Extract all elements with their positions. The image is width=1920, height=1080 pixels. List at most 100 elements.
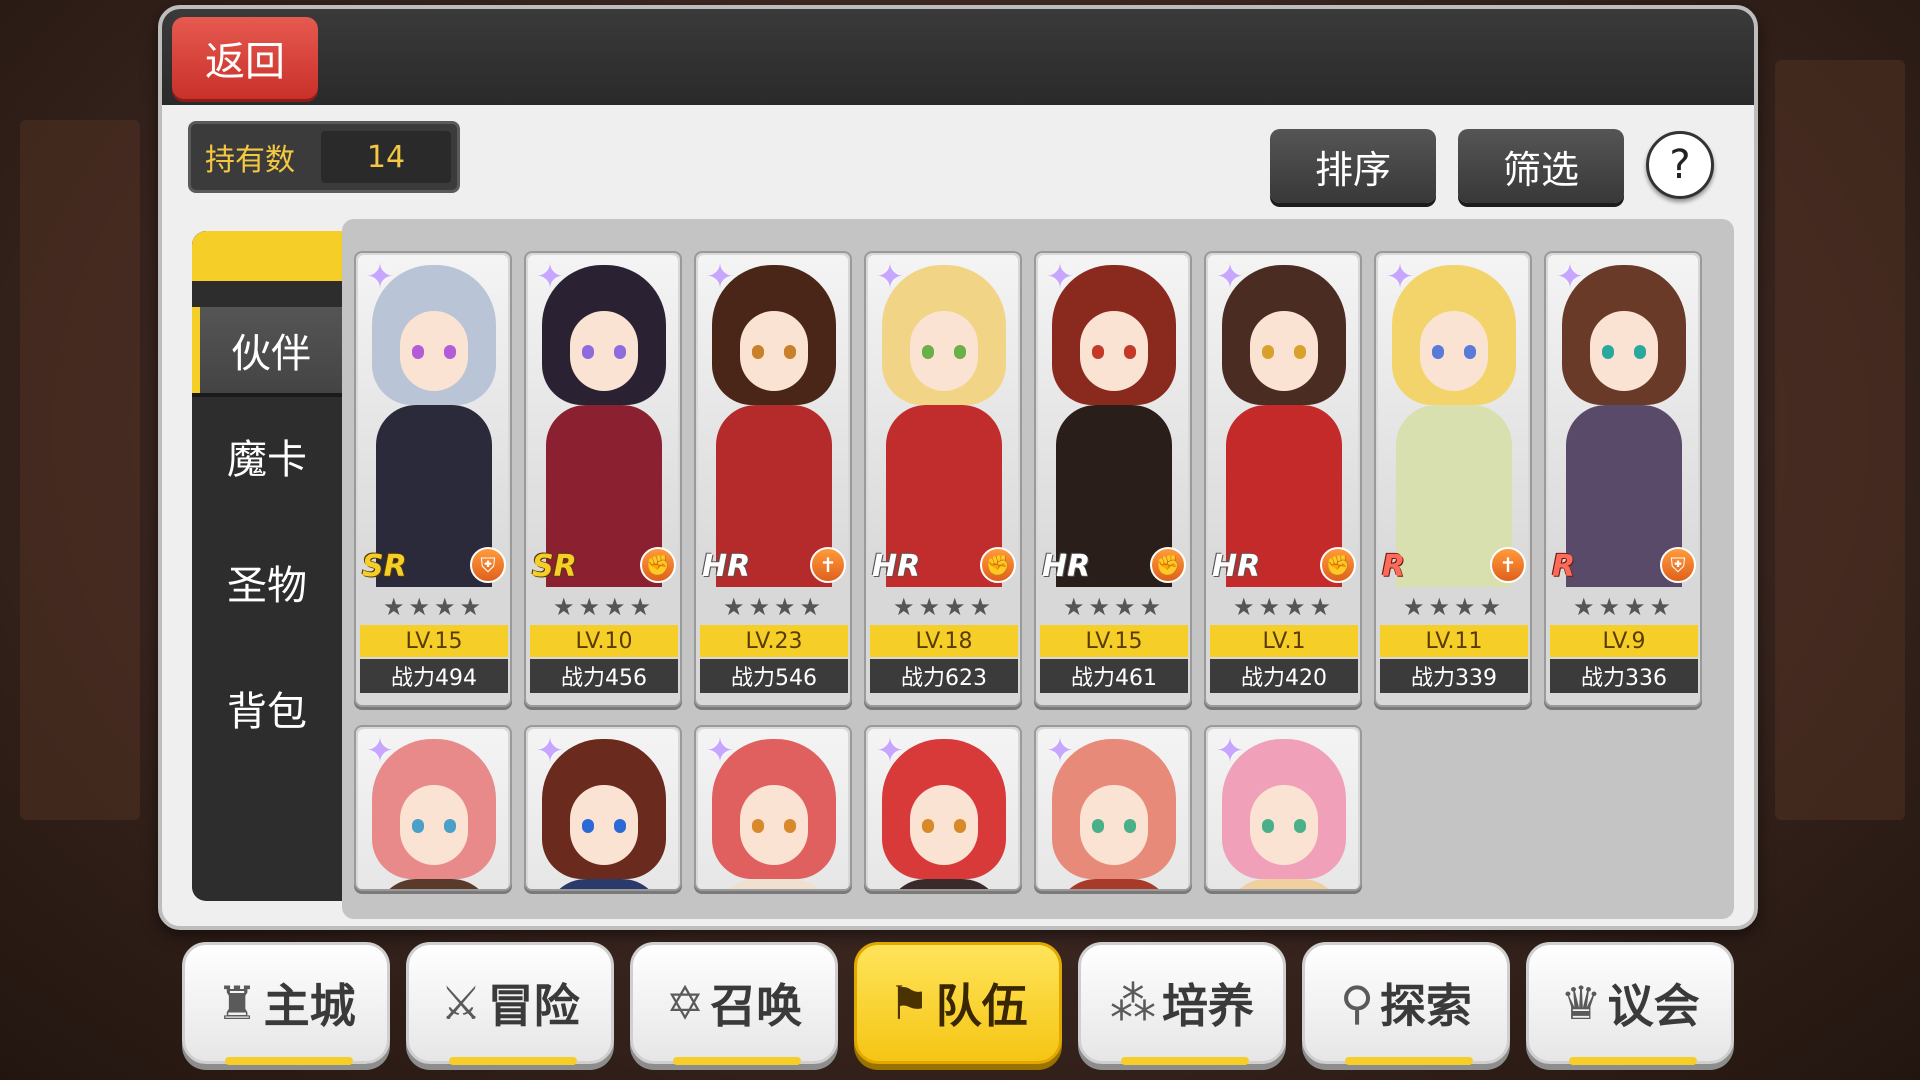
star-rating: ★★★★ bbox=[1062, 593, 1166, 621]
background-shelf-left bbox=[20, 120, 140, 820]
sort-button[interactable]: 排序 bbox=[1270, 129, 1436, 203]
character-card[interactable]: ✦ R ⛨ ★★★★ LV.9 战力336 bbox=[1544, 251, 1702, 707]
portrait-face bbox=[1250, 785, 1318, 865]
rarity-badge: R bbox=[1552, 549, 1576, 584]
element-star-icon: ✦ bbox=[875, 731, 905, 771]
portrait-eye bbox=[1092, 819, 1104, 833]
nav-council[interactable]: ♛ 议会 bbox=[1526, 942, 1734, 1065]
tab-backpack[interactable]: 背包 bbox=[192, 665, 342, 751]
portrait-face bbox=[400, 785, 468, 865]
character-portrait bbox=[868, 255, 1018, 587]
character-card[interactable]: ✦ SR ✊ ★★★★ LV.10 战力456 bbox=[524, 251, 682, 707]
help-button[interactable]: ? bbox=[1646, 131, 1714, 199]
portrait-eye bbox=[444, 345, 456, 359]
portrait-outfit bbox=[716, 879, 832, 889]
party-icon: ⚑ bbox=[888, 976, 930, 1030]
cross-icon: ✝ bbox=[1490, 547, 1526, 583]
character-portrait bbox=[1378, 255, 1528, 587]
element-star-icon: ✦ bbox=[1045, 257, 1075, 297]
portrait-outfit bbox=[376, 879, 492, 889]
element-star-icon: ✦ bbox=[535, 257, 565, 297]
portrait-eye bbox=[784, 345, 796, 359]
cross-icon: ✝ bbox=[810, 547, 846, 583]
level-label: LV.15 bbox=[1040, 625, 1188, 657]
portrait-eye bbox=[922, 819, 934, 833]
portrait-face bbox=[1420, 311, 1488, 391]
portrait-eye bbox=[1432, 345, 1444, 359]
character-card[interactable]: ✦ HR ✊ ★★★★ LV.1 战力420 bbox=[1204, 251, 1362, 707]
element-star-icon: ✦ bbox=[365, 257, 395, 297]
character-card[interactable]: ✦ HR ✊ ★★★★ LV.18 战力623 bbox=[864, 251, 1022, 707]
power-label: 战力623 bbox=[870, 659, 1018, 693]
portrait-eye bbox=[1294, 345, 1306, 359]
element-star-icon: ✦ bbox=[1385, 257, 1415, 297]
character-card[interactable]: ✦ bbox=[1034, 725, 1192, 891]
nav-party[interactable]: ⚑ 队伍 bbox=[854, 942, 1062, 1064]
nav-label: 议会 bbox=[1607, 979, 1700, 1033]
nav-crossed-swords[interactable]: ⚔ 冒险 bbox=[406, 942, 614, 1065]
portrait-eye bbox=[1294, 819, 1306, 833]
portrait-eye bbox=[752, 819, 764, 833]
shield-icon: ⛨ bbox=[1660, 547, 1696, 583]
power-label: 战力461 bbox=[1040, 659, 1188, 693]
nav-circles[interactable]: ⁂ 培养 bbox=[1078, 942, 1286, 1065]
character-card[interactable]: ✦ bbox=[354, 725, 512, 891]
character-portrait bbox=[1208, 255, 1358, 587]
portrait-eye bbox=[582, 345, 594, 359]
nav-castle[interactable]: ♜ 主城 bbox=[182, 942, 390, 1065]
nav-hexagram[interactable]: ✡ 召唤 bbox=[630, 942, 838, 1065]
character-card[interactable]: ✦ R ✝ ★★★★ LV.11 战力339 bbox=[1374, 251, 1532, 707]
portrait-eye bbox=[1124, 345, 1136, 359]
character-card[interactable]: ✦ bbox=[694, 725, 852, 891]
portrait-eye bbox=[922, 345, 934, 359]
tab-magic-cards[interactable]: 魔卡 bbox=[192, 413, 342, 499]
portrait-face bbox=[910, 311, 978, 391]
owned-count-value: 14 bbox=[321, 131, 451, 183]
character-card[interactable]: ✦ bbox=[864, 725, 1022, 891]
owned-count-label: 持有数 bbox=[205, 143, 295, 178]
portrait-outfit bbox=[1226, 879, 1342, 889]
level-label: LV.1 bbox=[1210, 625, 1358, 657]
hexagram-icon: ✡ bbox=[665, 976, 705, 1030]
element-star-icon: ✦ bbox=[365, 731, 395, 771]
portrait-eye bbox=[1262, 819, 1274, 833]
portrait-eye bbox=[1092, 345, 1104, 359]
level-label: LV.11 bbox=[1380, 625, 1528, 657]
circles-icon: ⁂ bbox=[1110, 976, 1156, 1030]
character-card[interactable]: ✦ SR ⛨ ★★★★ LV.15 战力494 bbox=[354, 251, 512, 707]
portrait-eye bbox=[1464, 345, 1476, 359]
power-label: 战力494 bbox=[360, 659, 508, 693]
tab-partners[interactable]: 伙伴 bbox=[192, 307, 342, 393]
castle-icon: ♜ bbox=[216, 976, 258, 1030]
level-label: LV.10 bbox=[530, 625, 678, 657]
character-card[interactable]: ✦ HR ✊ ★★★★ LV.15 战力461 bbox=[1034, 251, 1192, 707]
element-star-icon: ✦ bbox=[875, 257, 905, 297]
explore-icon: ⚲ bbox=[1340, 976, 1374, 1030]
filter-button[interactable]: 筛选 bbox=[1458, 129, 1624, 203]
character-portrait bbox=[528, 255, 678, 587]
nav-explore[interactable]: ⚲ 探索 bbox=[1302, 942, 1510, 1065]
character-card[interactable]: ✦ HR ✝ ★★★★ LV.23 战力546 bbox=[694, 251, 852, 707]
portrait-face bbox=[740, 785, 808, 865]
portrait-eye bbox=[1634, 345, 1646, 359]
nav-label: 队伍 bbox=[935, 979, 1028, 1033]
star-rating: ★★★★ bbox=[892, 593, 996, 621]
back-button[interactable]: 返回 bbox=[172, 17, 318, 99]
character-card[interactable]: ✦ bbox=[1204, 725, 1362, 891]
fist-icon: ✊ bbox=[1150, 547, 1186, 583]
element-star-icon: ✦ bbox=[1555, 257, 1585, 297]
character-card[interactable]: ✦ bbox=[524, 725, 682, 891]
power-label: 战力420 bbox=[1210, 659, 1358, 693]
portrait-eye bbox=[1602, 345, 1614, 359]
level-label: LV.18 bbox=[870, 625, 1018, 657]
element-star-icon: ✦ bbox=[705, 731, 735, 771]
party-panel: 返回 持有数 14 排序 筛选 ? 伙伴 魔卡 圣物 背包 ✦ SR ⛨ ★★★… bbox=[158, 5, 1758, 930]
rarity-badge: HR bbox=[1042, 549, 1091, 584]
portrait-eye bbox=[752, 345, 764, 359]
tab-relics[interactable]: 圣物 bbox=[192, 539, 342, 625]
nav-label: 冒险 bbox=[487, 979, 580, 1033]
element-star-icon: ✦ bbox=[705, 257, 735, 297]
portrait-face bbox=[740, 311, 808, 391]
nav-label: 探索 bbox=[1379, 979, 1472, 1033]
level-label: LV.15 bbox=[360, 625, 508, 657]
